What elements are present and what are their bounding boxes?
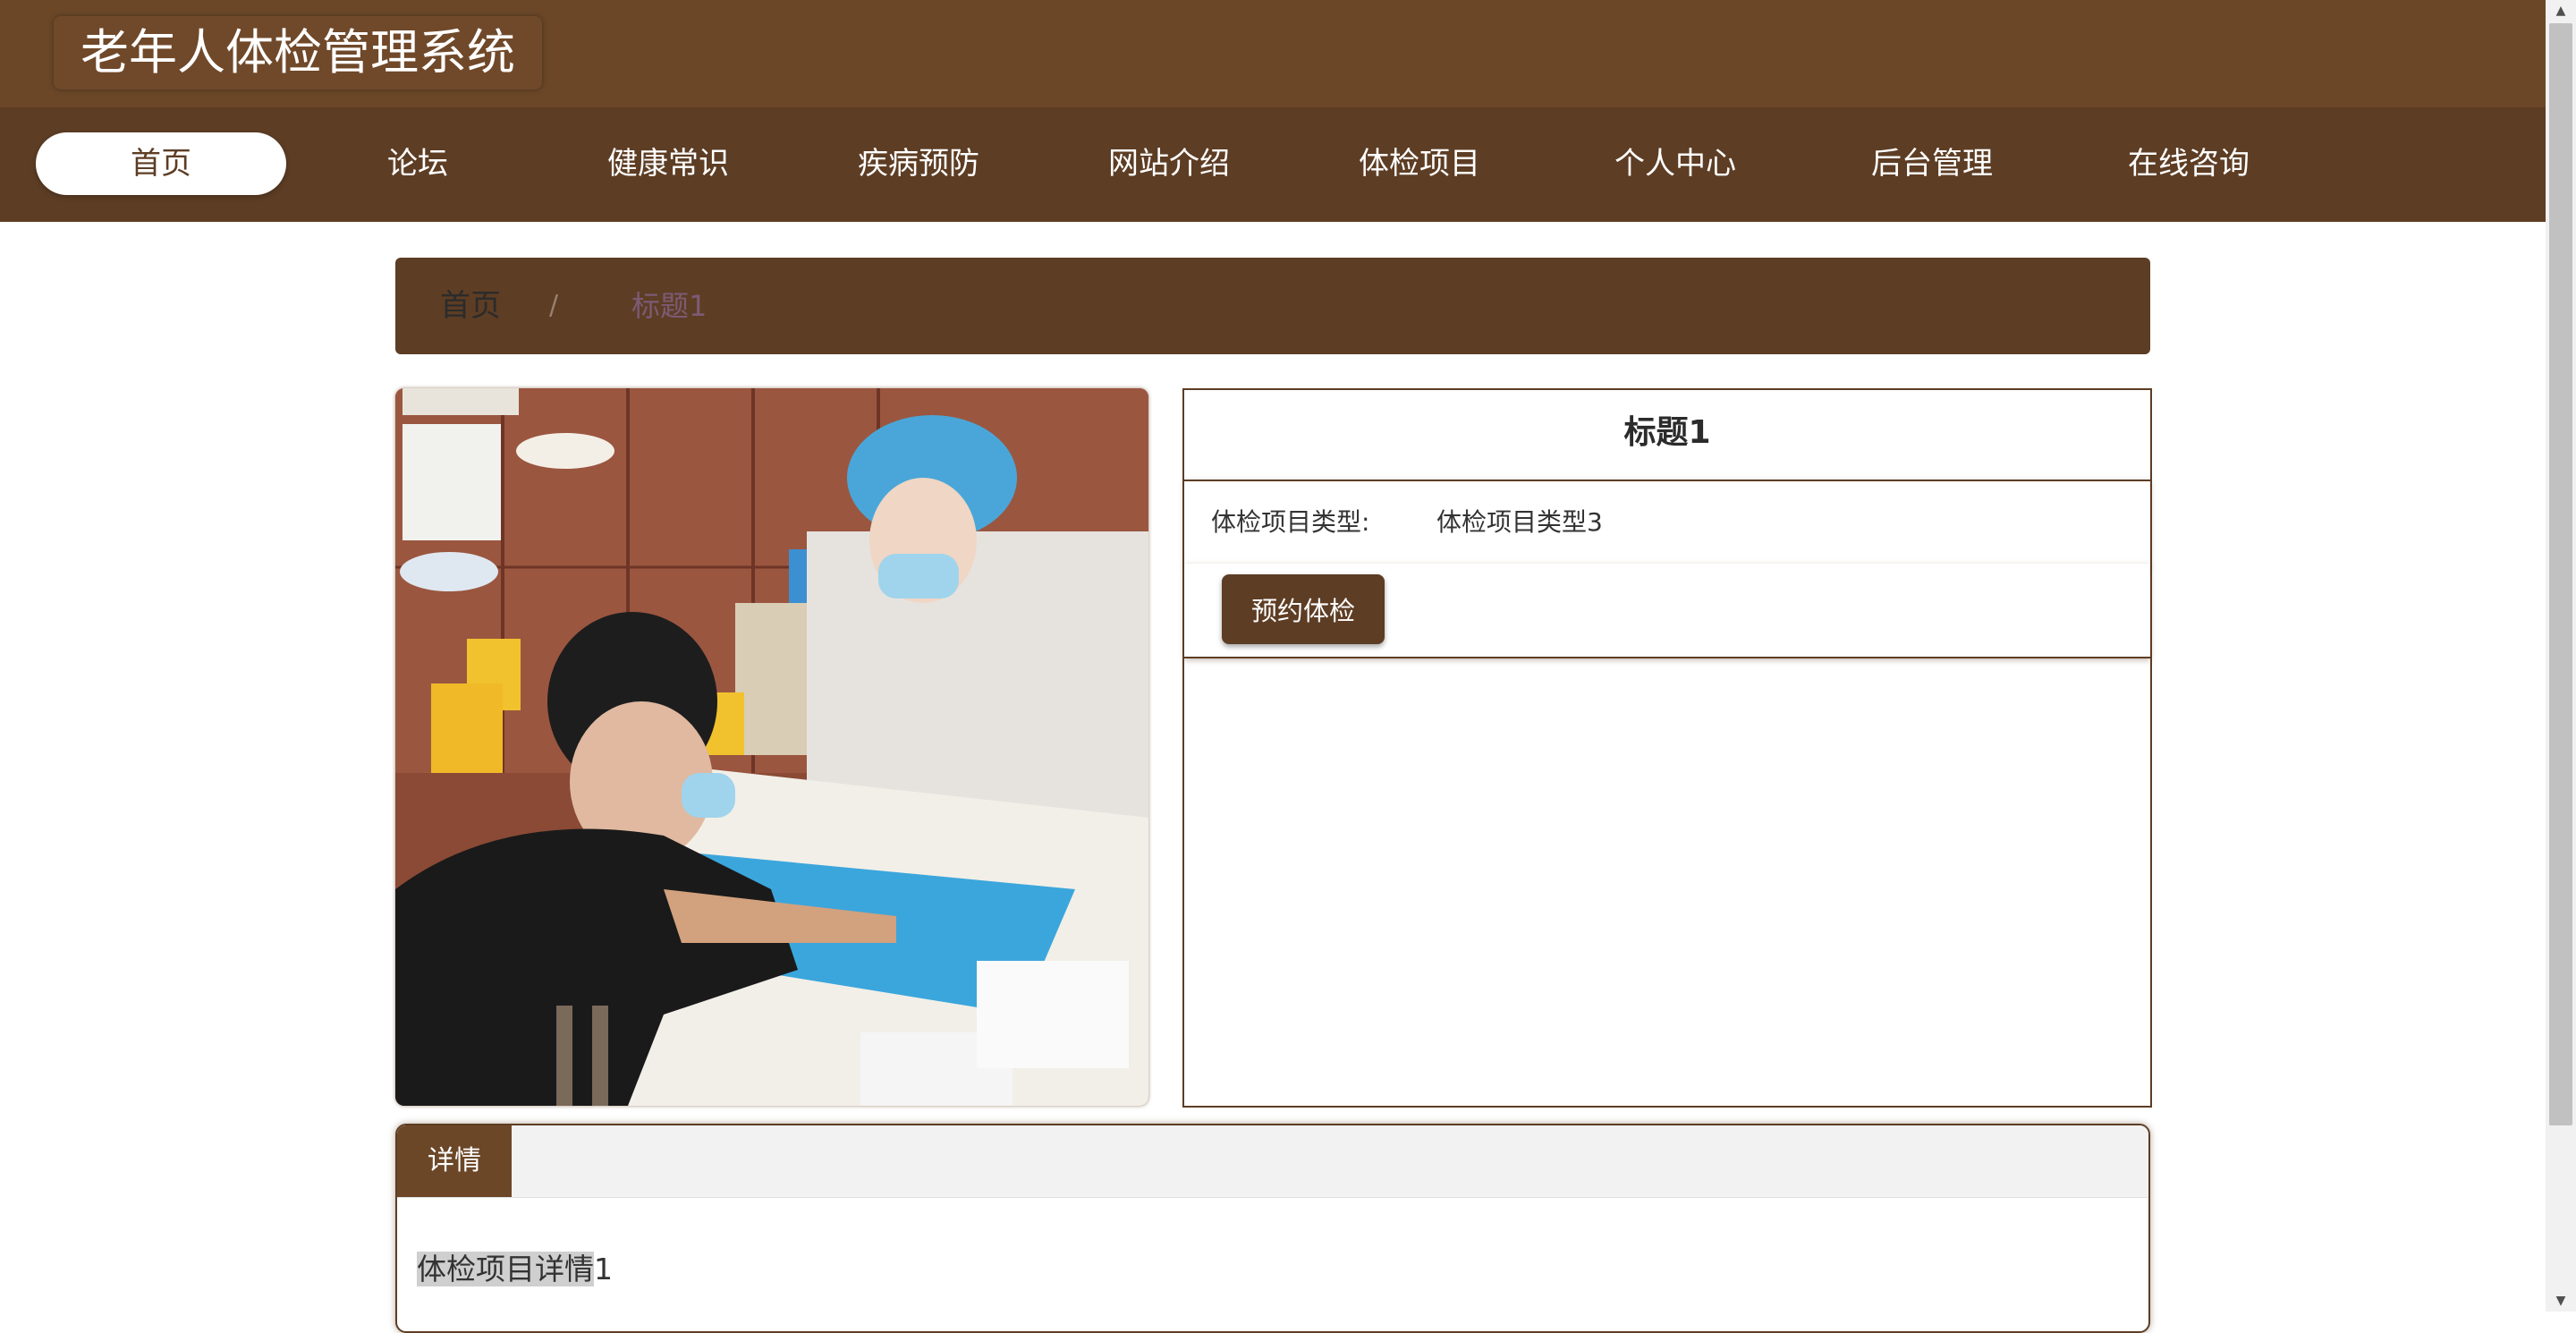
medical-checkup-photo-icon — [395, 388, 1148, 1106]
detail-tab-bar: 详情 — [397, 1125, 2148, 1198]
nav-item-online-consult[interactable]: 在线咨询 — [2063, 132, 2314, 195]
nav-item-forum[interactable]: 论坛 — [292, 132, 543, 195]
nav-item-site-intro[interactable]: 网站介绍 — [1044, 132, 1294, 195]
site-title[interactable]: 老年人体检管理系统 — [54, 16, 542, 89]
tab-detail[interactable]: 详情 — [397, 1125, 512, 1197]
action-row: 预约体检 — [1184, 564, 2150, 658]
nav-item-checkup-items[interactable]: 体检项目 — [1294, 132, 1545, 195]
nav-item-health-knowledge[interactable]: 健康常识 — [543, 132, 793, 195]
page-scrollbar[interactable]: ▲ ▼ — [2546, 0, 2576, 1312]
breadcrumb: 首页 / 标题1 — [395, 258, 2150, 354]
item-type-row: 体检项目类型: 体检项目类型3 — [1184, 480, 2150, 565]
main-nav: 首页 论坛 健康常识 疾病预防 网站介绍 体检项目 个人中心 后台管理 在线咨询 — [0, 107, 2546, 222]
breadcrumb-home-link[interactable]: 首页 — [440, 258, 501, 354]
item-title: 标题1 — [1623, 414, 1711, 451]
detail-content: 体检项目详情1 — [417, 1245, 613, 1288]
breadcrumb-current: 标题1 — [631, 289, 708, 323]
nav-item-personal-center[interactable]: 个人中心 — [1550, 132, 1801, 195]
item-type-value: 体检项目类型3 — [1436, 507, 1603, 537]
book-checkup-button[interactable]: 预约体检 — [1222, 574, 1385, 644]
scroll-down-icon[interactable]: ▼ — [2546, 1290, 2576, 1312]
nav-item-admin[interactable]: 后台管理 — [1807, 132, 2057, 195]
detail-section: 详情 体检项目详情1 — [395, 1124, 2150, 1333]
item-type-label: 体检项目类型: — [1211, 507, 1370, 537]
detail-text-rest: 1 — [594, 1252, 613, 1286]
checkup-item-photo — [395, 388, 1148, 1106]
item-info-panel: 标题1 体检项目类型: 体检项目类型3 预约体检 — [1182, 388, 2152, 1108]
scroll-up-icon[interactable]: ▲ — [2546, 0, 2576, 21]
nav-item-disease-prevention[interactable]: 疾病预防 — [793, 132, 1044, 195]
detail-text-highlight: 体检项目详情 — [417, 1252, 594, 1286]
breadcrumb-separator: / — [549, 290, 559, 321]
site-header: 老年人体检管理系统 — [0, 0, 2546, 107]
scrollbar-thumb[interactable] — [2549, 23, 2572, 1125]
nav-item-home[interactable]: 首页 — [36, 132, 286, 195]
